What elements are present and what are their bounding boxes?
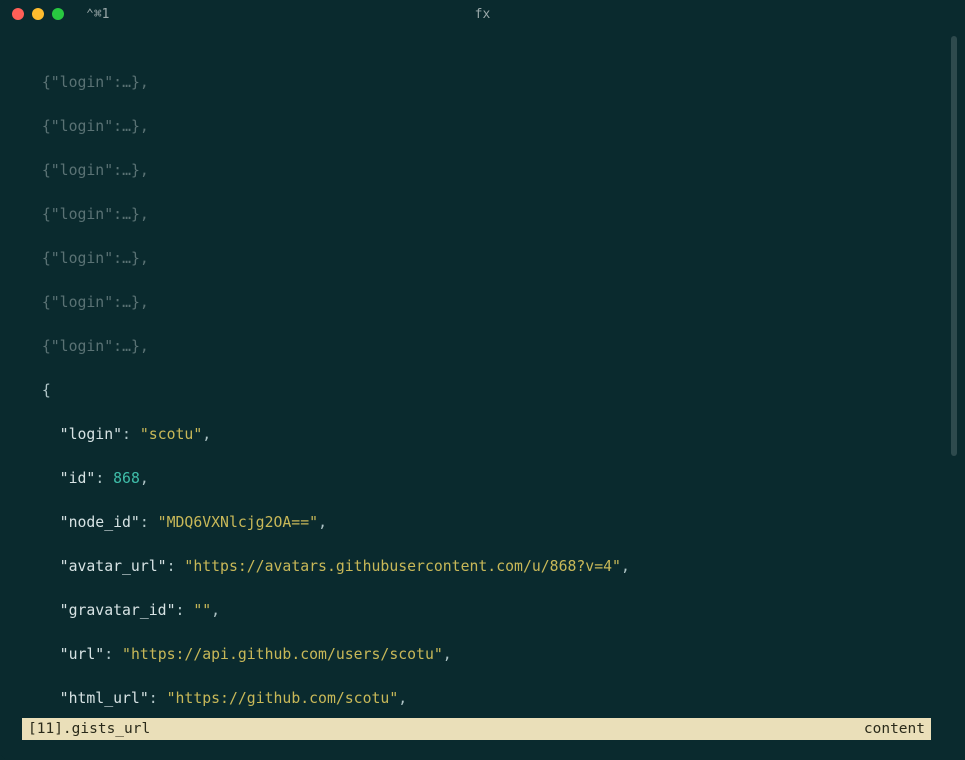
status-bar: [11].gists_url content [22, 718, 931, 740]
terminal-window: ⌃⌘1 fx {"login":…}, {"login":…}, {"login… [0, 0, 965, 760]
collapsed-row[interactable]: {"login":…}, [24, 292, 951, 314]
json-row-url[interactable]: "url": "https://api.github.com/users/sco… [24, 644, 951, 666]
json-row-node-id[interactable]: "node_id": "MDQ6VXNlcjg2OA==", [24, 512, 951, 534]
json-viewer-content[interactable]: {"login":…}, {"login":…}, {"login":…}, {… [0, 32, 951, 730]
status-path: [11].gists_url [28, 721, 150, 737]
collapsed-row[interactable]: {"login":…}, [24, 204, 951, 226]
collapsed-row[interactable]: {"login":…}, [24, 116, 951, 138]
scrollbar-thumb[interactable] [951, 36, 957, 456]
close-icon[interactable] [12, 8, 24, 20]
titlebar: ⌃⌘1 fx [0, 0, 965, 28]
json-row-html-url[interactable]: "html_url": "https://github.com/scotu", [24, 688, 951, 710]
window-title: fx [475, 7, 491, 22]
minimize-icon[interactable] [32, 8, 44, 20]
json-row-id[interactable]: "id": 868, [24, 468, 951, 490]
collapsed-row[interactable]: {"login":…}, [24, 72, 951, 94]
collapsed-row[interactable]: {"login":…}, [24, 248, 951, 270]
json-row-gravatar-id[interactable]: "gravatar_id": "", [24, 600, 951, 622]
status-mode: content [864, 721, 925, 737]
window-controls [12, 8, 64, 20]
object-open[interactable]: { [24, 380, 951, 402]
json-row-avatar-url[interactable]: "avatar_url": "https://avatars.githubuse… [24, 556, 951, 578]
collapsed-row[interactable]: {"login":…}, [24, 160, 951, 182]
maximize-icon[interactable] [52, 8, 64, 20]
tab-label: ⌃⌘1 [86, 7, 109, 22]
collapsed-row[interactable]: {"login":…}, [24, 336, 951, 358]
json-row-login[interactable]: "login": "scotu", [24, 424, 951, 446]
